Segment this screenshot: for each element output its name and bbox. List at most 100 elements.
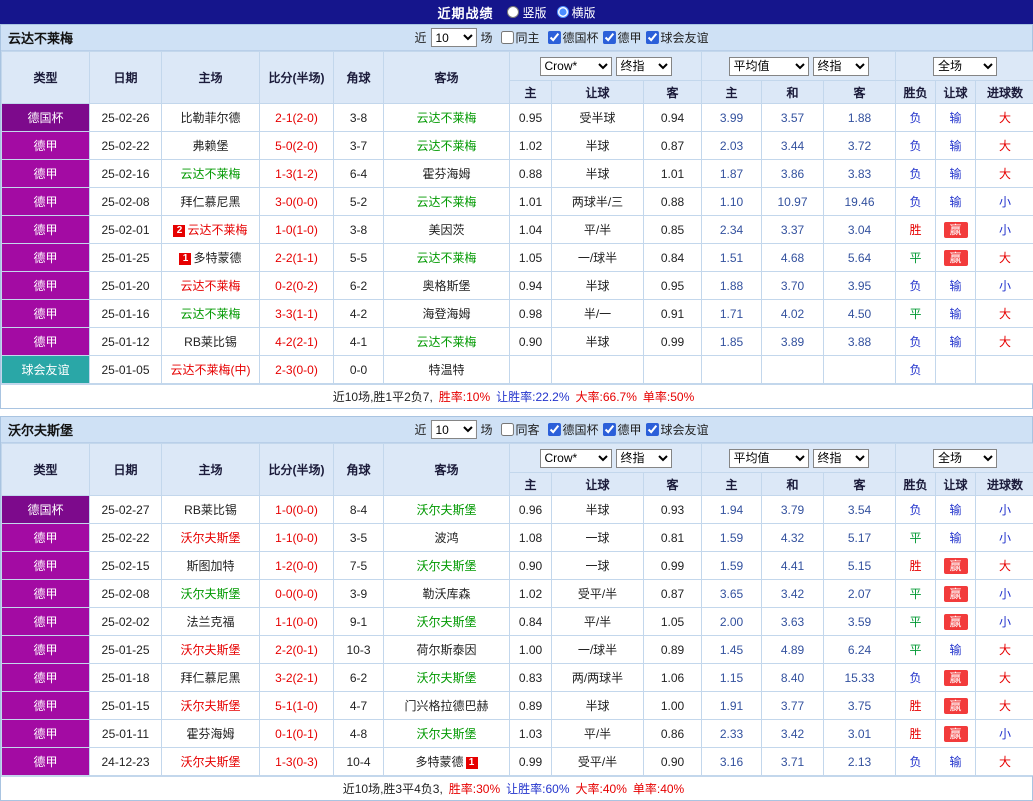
- same-side-filter-checkbox[interactable]: 同主: [496, 29, 539, 46]
- home-team-name[interactable]: 沃尔夫斯堡: [180, 587, 240, 601]
- away-team-cell[interactable]: 勒沃库森: [384, 580, 510, 608]
- match-row[interactable]: 德甲 25-01-11 霍芬海姆 0-1(0-1) 4-8 沃尔夫斯堡 1.03…: [2, 720, 1033, 748]
- away-team-name[interactable]: 云达不莱梅: [416, 251, 476, 265]
- layout-radio-vertical-input[interactable]: [507, 6, 519, 18]
- home-team-name[interactable]: 比勒菲尔德: [180, 111, 240, 125]
- home-team-cell[interactable]: 2云达不莱梅: [162, 216, 260, 244]
- home-team-name[interactable]: 云达不莱梅: [187, 223, 247, 237]
- away-team-cell[interactable]: 云达不莱梅: [384, 104, 510, 132]
- home-team-cell[interactable]: 沃尔夫斯堡: [162, 692, 260, 720]
- home-team-name[interactable]: RB莱比锡: [184, 503, 237, 517]
- euro-odds-stage-select[interactable]: 终指: [813, 449, 869, 468]
- home-team-name[interactable]: 云达不莱梅: [180, 167, 240, 181]
- match-row[interactable]: 德甲 25-02-02 法兰克福 1-1(0-0) 9-1 沃尔夫斯堡 0.84…: [2, 608, 1033, 636]
- away-team-cell[interactable]: 云达不莱梅: [384, 328, 510, 356]
- away-team-name[interactable]: 沃尔夫斯堡: [416, 671, 476, 685]
- home-team-cell[interactable]: 云达不莱梅: [162, 300, 260, 328]
- away-team-name[interactable]: 沃尔夫斯堡: [416, 615, 476, 629]
- league-filter-checkbox[interactable]: 德国杯: [544, 29, 599, 46]
- home-team-name[interactable]: 沃尔夫斯堡: [180, 699, 240, 713]
- home-team-cell[interactable]: RB莱比锡: [162, 496, 260, 524]
- home-team-name[interactable]: 云达不莱梅: [180, 307, 240, 321]
- home-team-cell[interactable]: 斯图加特: [162, 552, 260, 580]
- home-team-name[interactable]: 沃尔夫斯堡: [180, 755, 240, 769]
- match-row[interactable]: 德甲 25-01-12 RB莱比锡 4-2(2-1) 4-1 云达不莱梅 0.9…: [2, 328, 1033, 356]
- recent-count-select[interactable]: 10: [430, 28, 476, 47]
- away-team-cell[interactable]: 沃尔夫斯堡: [384, 664, 510, 692]
- match-row[interactable]: 德甲 25-02-15 斯图加特 1-2(0-0) 7-5 沃尔夫斯堡 0.90…: [2, 552, 1033, 580]
- home-team-cell[interactable]: 沃尔夫斯堡: [162, 748, 260, 776]
- away-team-cell[interactable]: 门兴格拉德巴赫: [384, 692, 510, 720]
- asian-odds-stage-select[interactable]: 终指: [616, 57, 672, 76]
- away-team-name[interactable]: 云达不莱梅: [416, 139, 476, 153]
- away-team-name[interactable]: 波鸿: [434, 531, 458, 545]
- away-team-name[interactable]: 勒沃库森: [422, 587, 470, 601]
- home-team-cell[interactable]: 拜仁慕尼黑: [162, 188, 260, 216]
- home-team-name[interactable]: 云达不莱梅(中): [171, 363, 251, 377]
- home-team-name[interactable]: 拜仁慕尼黑: [180, 671, 240, 685]
- away-team-name[interactable]: 云达不莱梅: [416, 335, 476, 349]
- home-team-cell[interactable]: 拜仁慕尼黑: [162, 664, 260, 692]
- away-team-cell[interactable]: 海登海姆: [384, 300, 510, 328]
- home-team-cell[interactable]: RB莱比锡: [162, 328, 260, 356]
- away-team-cell[interactable]: 特温特: [384, 356, 510, 384]
- home-team-cell[interactable]: 比勒菲尔德: [162, 104, 260, 132]
- league-checkbox-input[interactable]: [603, 31, 616, 44]
- euro-average-select[interactable]: 平均值: [729, 57, 809, 76]
- match-row[interactable]: 德甲 25-01-16 云达不莱梅 3-3(1-1) 4-2 海登海姆 0.98…: [2, 300, 1033, 328]
- home-team-cell[interactable]: 霍芬海姆: [162, 720, 260, 748]
- match-scope-select[interactable]: 全场: [933, 449, 997, 468]
- away-team-name[interactable]: 美因茨: [428, 223, 464, 237]
- home-team-cell[interactable]: 弗赖堡: [162, 132, 260, 160]
- league-filter-checkbox[interactable]: 德甲: [599, 29, 642, 46]
- away-team-name[interactable]: 海登海姆: [422, 307, 470, 321]
- away-team-cell[interactable]: 沃尔夫斯堡: [384, 552, 510, 580]
- away-team-cell[interactable]: 波鸿: [384, 524, 510, 552]
- match-row[interactable]: 德甲 25-01-25 1多特蒙德 2-2(1-1) 5-5 云达不莱梅 1.0…: [2, 244, 1033, 272]
- home-team-name[interactable]: 沃尔夫斯堡: [180, 643, 240, 657]
- away-team-name[interactable]: 沃尔夫斯堡: [416, 503, 476, 517]
- away-team-name[interactable]: 多特蒙德: [415, 755, 463, 769]
- match-row[interactable]: 德甲 25-02-22 弗赖堡 5-0(2-0) 3-7 云达不莱梅 1.02 …: [2, 132, 1033, 160]
- away-team-cell[interactable]: 美因茨: [384, 216, 510, 244]
- match-row[interactable]: 德国杯 25-02-26 比勒菲尔德 2-1(2-0) 3-8 云达不莱梅 0.…: [2, 104, 1033, 132]
- away-team-cell[interactable]: 云达不莱梅: [384, 188, 510, 216]
- away-team-cell[interactable]: 多特蒙德1: [384, 748, 510, 776]
- away-team-cell[interactable]: 沃尔夫斯堡: [384, 608, 510, 636]
- home-team-name[interactable]: 拜仁慕尼黑: [180, 195, 240, 209]
- league-checkbox-input[interactable]: [646, 423, 659, 436]
- match-row[interactable]: 德甲 25-02-22 沃尔夫斯堡 1-1(0-0) 3-5 波鸿 1.08 一…: [2, 524, 1033, 552]
- home-team-name[interactable]: 多特蒙德: [193, 251, 241, 265]
- home-team-name[interactable]: 沃尔夫斯堡: [180, 531, 240, 545]
- match-row[interactable]: 德甲 25-01-18 拜仁慕尼黑 3-2(2-1) 6-2 沃尔夫斯堡 0.8…: [2, 664, 1033, 692]
- bookmaker-select[interactable]: Crow*: [540, 57, 612, 76]
- recent-count-select[interactable]: 10: [430, 420, 476, 439]
- asian-odds-stage-select[interactable]: 终指: [616, 449, 672, 468]
- away-team-cell[interactable]: 云达不莱梅: [384, 132, 510, 160]
- euro-odds-stage-select[interactable]: 终指: [813, 57, 869, 76]
- league-filter-checkbox[interactable]: 球会友谊: [642, 29, 709, 46]
- match-scope-select[interactable]: 全场: [933, 57, 997, 76]
- league-filter-checkbox[interactable]: 德国杯: [544, 421, 599, 438]
- away-team-name[interactable]: 霍芬海姆: [422, 167, 470, 181]
- match-row[interactable]: 德甲 25-01-15 沃尔夫斯堡 5-1(1-0) 4-7 门兴格拉德巴赫 0…: [2, 692, 1033, 720]
- away-team-cell[interactable]: 沃尔夫斯堡: [384, 496, 510, 524]
- league-checkbox-input[interactable]: [603, 423, 616, 436]
- euro-average-select[interactable]: 平均值: [729, 449, 809, 468]
- league-filter-checkbox[interactable]: 德甲: [599, 421, 642, 438]
- away-team-name[interactable]: 特温特: [428, 363, 464, 377]
- home-team-name[interactable]: 法兰克福: [186, 615, 234, 629]
- match-row[interactable]: 德甲 25-02-08 拜仁慕尼黑 3-0(0-0) 5-2 云达不莱梅 1.0…: [2, 188, 1033, 216]
- league-checkbox-input[interactable]: [548, 423, 561, 436]
- league-checkbox-input[interactable]: [646, 31, 659, 44]
- match-row[interactable]: 德甲 25-02-08 沃尔夫斯堡 0-0(0-0) 3-9 勒沃库森 1.02…: [2, 580, 1033, 608]
- match-row[interactable]: 德甲 24-12-23 沃尔夫斯堡 1-3(0-3) 10-4 多特蒙德1 0.…: [2, 748, 1033, 776]
- away-team-name[interactable]: 门兴格拉德巴赫: [404, 699, 488, 713]
- home-team-name[interactable]: 弗赖堡: [192, 139, 228, 153]
- home-team-cell[interactable]: 云达不莱梅(中): [162, 356, 260, 384]
- home-team-name[interactable]: 霍芬海姆: [186, 727, 234, 741]
- home-team-name[interactable]: 斯图加特: [186, 559, 234, 573]
- layout-radio-horizontal-input[interactable]: [557, 6, 569, 18]
- away-team-cell[interactable]: 荷尔斯泰因: [384, 636, 510, 664]
- home-team-cell[interactable]: 法兰克福: [162, 608, 260, 636]
